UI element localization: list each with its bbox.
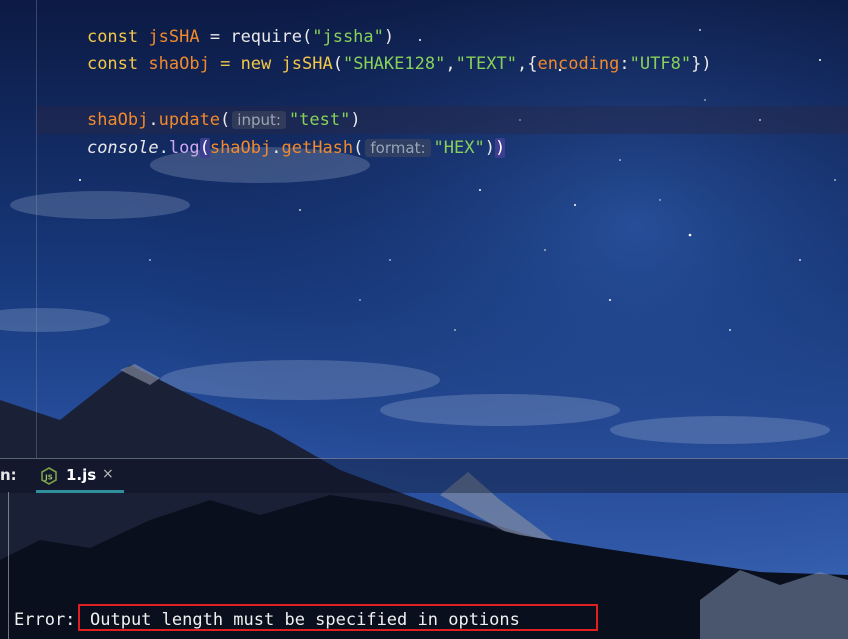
error-prefix: Error:	[14, 610, 76, 630]
keyword: const	[86, 54, 139, 74]
svg-text:JS: JS	[44, 474, 53, 482]
code-editor[interactable]: const jsSHA = require("jssha") const sha…	[0, 0, 848, 458]
paren-open-matched: (	[199, 138, 210, 158]
dot: .	[158, 138, 169, 158]
close-icon[interactable]: ×	[102, 466, 114, 482]
paren-open: (	[353, 138, 364, 158]
string-literal: "UTF8"	[629, 54, 692, 74]
dot: .	[271, 138, 282, 158]
tab-1-js[interactable]: JS 1.js ×	[36, 459, 124, 493]
code-line-4[interactable]: shaObj.update(input: "test")	[46, 78, 361, 130]
console-gutter	[8, 492, 9, 639]
run-label: n:	[0, 466, 17, 484]
parameter-hint: format:	[365, 139, 431, 157]
object-name: shaObj	[209, 138, 272, 158]
brace-close: }	[691, 54, 702, 74]
operator: =	[220, 54, 231, 74]
method-name: getHash	[281, 138, 354, 158]
comma: ,	[445, 54, 456, 74]
variable: shaObj	[148, 54, 210, 74]
error-message: Output length must be specified in optio…	[90, 610, 520, 630]
brace-open: {	[527, 54, 538, 74]
console-output[interactable]: Error: Output length must be specified i…	[0, 492, 848, 639]
object-key: encoding	[537, 54, 620, 74]
editor-gutter-divider	[36, 0, 37, 458]
run-tool-window-header: n: JS 1.js ×	[0, 458, 848, 493]
colon: :	[619, 54, 630, 74]
object-name: console	[86, 138, 159, 158]
tab-label: 1.js	[66, 466, 97, 484]
string-literal: "SHAKE128"	[342, 54, 446, 74]
paren-close: )	[484, 138, 495, 158]
nodejs-icon: JS	[41, 467, 57, 485]
paren-open: (	[332, 54, 343, 74]
code-line-2[interactable]: const shaObj = new jsSHA("SHAKE128","TEX…	[46, 22, 712, 74]
paren-close-matched: )	[494, 138, 506, 158]
code-line-1[interactable]: const jsSHA = require("jssha")	[46, 0, 394, 47]
method-name: log	[168, 138, 200, 158]
string-literal: "HEX"	[433, 138, 485, 158]
string-literal: "TEXT"	[455, 54, 517, 74]
code-line-5[interactable]: console.log(shaObj.getHash(format: "HEX")…	[46, 106, 506, 158]
comma: ,	[517, 54, 528, 74]
class-name: jsSHA	[281, 54, 333, 74]
paren-close: )	[701, 54, 712, 74]
keyword-new: new	[240, 54, 272, 74]
